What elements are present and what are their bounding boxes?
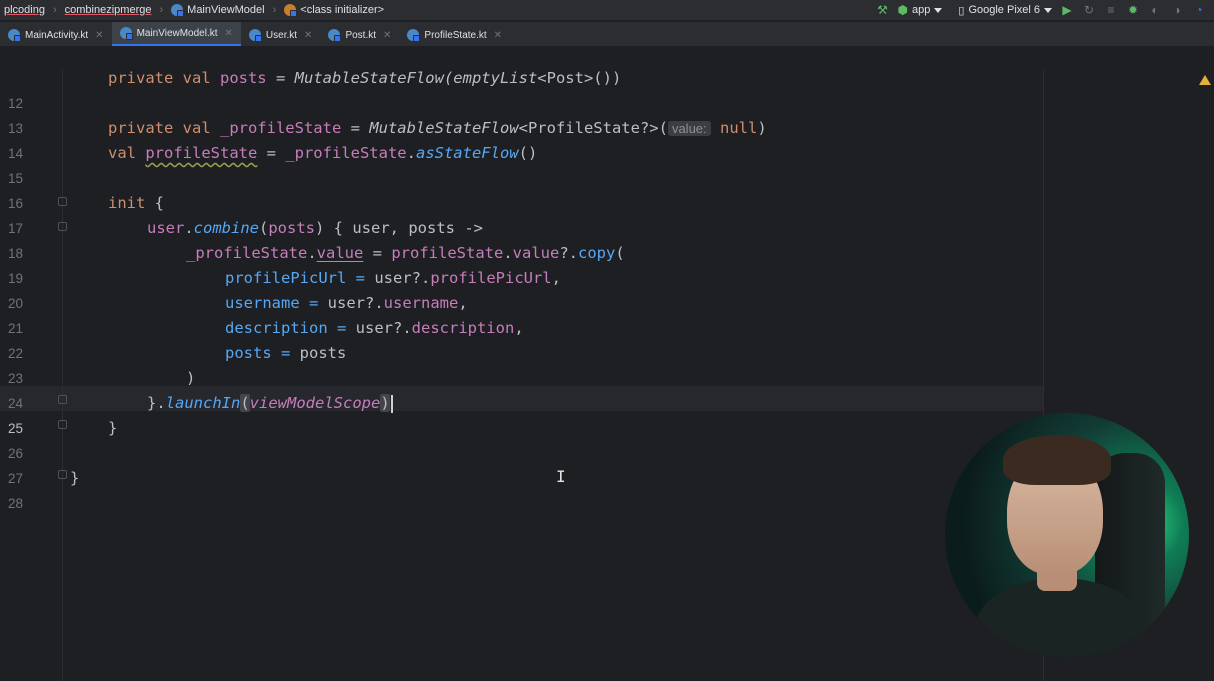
tab-label: MainViewModel.kt: [136, 27, 218, 39]
initializer-icon: [284, 4, 298, 17]
tab-mainviewmodel[interactable]: MainViewModel.kt ✕: [111, 22, 241, 46]
attach-debugger-icon[interactable]: ◐: [1148, 3, 1162, 17]
android-icon: ⬢: [897, 3, 909, 17]
device-dropdown[interactable]: ▯ Google Pixel 6: [958, 4, 1052, 17]
code-line: 16: [0, 166, 1040, 211]
phone-icon: ▯: [958, 4, 965, 17]
code-line: 21 username = user?.username,: [0, 291, 1040, 336]
line-number: 28: [7, 496, 23, 511]
code-line: 24 ): [0, 366, 1040, 411]
tab-post[interactable]: Post.kt ✕: [320, 24, 399, 46]
code-line: 26 }: [0, 416, 1040, 461]
run-config-dropdown[interactable]: ⬢ app: [898, 3, 943, 17]
tab-label: ProfileState.kt: [424, 29, 487, 41]
code-line: 27: [0, 441, 1040, 486]
navigation-bar: plcoding › combinezipmerge › MainViewMod…: [0, 0, 1214, 20]
tab-profilestate[interactable]: ProfileState.kt ✕: [399, 24, 510, 46]
toolbar: ⚒ ⬢ app ▯ Google Pixel 6 ▶ ↻ ≡ ✹ ◐ ◑ ◔: [876, 0, 1214, 20]
webcam-overlay: [945, 413, 1189, 657]
breadcrumb-initializer[interactable]: <class initializer>: [300, 4, 384, 16]
chevron-down-icon: [934, 7, 943, 13]
run-config-label: app: [912, 4, 931, 16]
close-icon[interactable]: ✕: [383, 30, 391, 41]
debug-icon[interactable]: ✹: [1126, 3, 1140, 17]
mouse-ibeam-cursor: I: [556, 467, 566, 486]
code-line: 23 posts = posts: [0, 341, 1040, 386]
tab-label: User.kt: [265, 29, 298, 41]
breadcrumb: plcoding › combinezipmerge › MainViewMod…: [0, 4, 384, 17]
rerun-icon[interactable]: ↻: [1082, 3, 1096, 17]
breadcrumb-separator: ›: [159, 4, 164, 16]
code-line: 28 }: [0, 466, 1040, 511]
code-line: 13: [0, 91, 1040, 136]
device-label: Google Pixel 6: [968, 4, 1040, 16]
kotlin-class-icon: [171, 4, 185, 17]
run-icon[interactable]: ▶: [1060, 3, 1074, 17]
kotlin-file-icon: [248, 29, 262, 42]
breadcrumb-class[interactable]: MainViewModel: [187, 4, 264, 16]
code-line: 25 }.launchIn(viewModelScope): [0, 391, 1040, 436]
close-icon[interactable]: ✕: [225, 28, 233, 39]
code-line: 18 user.combine(posts) { user, posts ->: [0, 216, 1040, 261]
presenter-hair: [1003, 435, 1111, 485]
chevron-down-icon: [1044, 7, 1052, 13]
code-line: 20 profilePicUrl = user?.profilePicUrl,: [0, 266, 1040, 311]
inlay-parameter-hint: value:: [667, 121, 711, 136]
tab-label: Post.kt: [345, 29, 377, 41]
breadcrumb-module[interactable]: combinezipmerge: [65, 4, 152, 16]
code-line: 19 _profileState.value = profileState.va…: [0, 241, 1040, 286]
code-line: 12 private val posts = MutableStateFlow(…: [0, 66, 1040, 111]
kotlin-file-icon: [8, 29, 21, 42]
breadcrumb-separator: ›: [52, 4, 57, 16]
code-line: 14 private val _profileState = MutableSt…: [0, 116, 1040, 161]
text-cursor: [390, 394, 393, 413]
close-icon[interactable]: ✕: [304, 30, 312, 41]
profiler-icon[interactable]: ◔: [1192, 3, 1206, 17]
code-line: 22 description = user?.description,: [0, 316, 1040, 361]
tab-mainactivity[interactable]: MainActivity.kt ✕: [0, 24, 112, 46]
code-line: 17 init {: [0, 191, 1040, 236]
warning-icon[interactable]: [1199, 75, 1211, 85]
tab-label: MainActivity.kt: [25, 29, 89, 41]
build-hammer-icon[interactable]: ⚒: [876, 3, 890, 17]
kotlin-file-icon: [407, 29, 421, 42]
editor-tabs: MainActivity.kt ✕ MainViewModel.kt ✕ Use…: [0, 22, 1214, 47]
close-icon[interactable]: ✕: [494, 30, 502, 41]
code-line: 15 val profileState = _profileState.asSt…: [0, 141, 1040, 186]
kotlin-file-icon: [119, 27, 133, 40]
close-icon[interactable]: ✕: [95, 30, 103, 41]
breadcrumb-project[interactable]: plcoding: [4, 4, 45, 16]
stop-icon[interactable]: ◑: [1170, 3, 1184, 17]
breadcrumb-separator: ›: [272, 4, 277, 16]
kotlin-file-icon: [328, 29, 342, 42]
tab-user[interactable]: User.kt ✕: [241, 24, 321, 46]
apply-changes-icon[interactable]: ≡: [1104, 3, 1118, 17]
